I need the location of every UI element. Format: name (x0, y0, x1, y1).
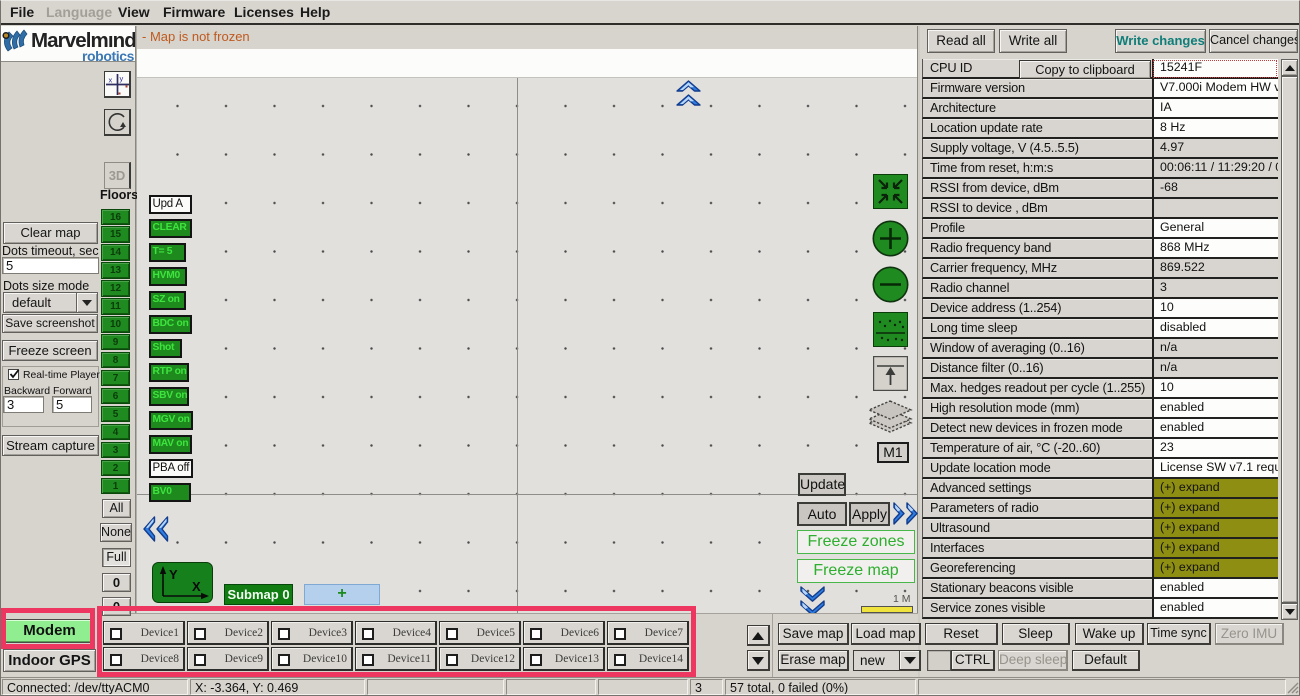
svg-text:X: X (192, 579, 201, 594)
svg-text:Y: Y (169, 567, 178, 582)
svg-text:y: y (120, 74, 124, 83)
svg-text:x: x (109, 76, 113, 85)
